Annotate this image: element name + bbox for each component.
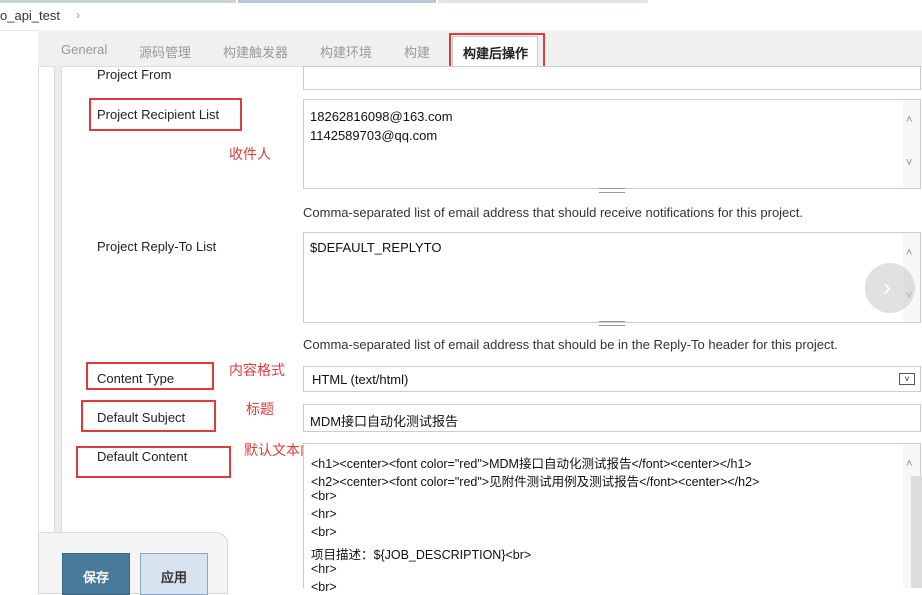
content-line: <h1><center><font color="red">MDM接口自动化测试…	[311, 457, 752, 471]
content-type-select[interactable]: HTML (text/html) ˅	[303, 366, 921, 392]
chevron-right-icon[interactable]: ›	[76, 8, 80, 22]
annotation-box-recipient	[89, 98, 242, 131]
content-line: <h2><center><font color="red">见附件测试用例及测试…	[311, 475, 760, 489]
replyto-list-label: Project Reply-To List	[97, 239, 217, 254]
recipient-help-text: Comma-separated list of email address th…	[303, 205, 804, 220]
recipient-line: 18262816098@163.com	[310, 109, 453, 124]
tab-build-triggers[interactable]: 构建触发器	[223, 42, 288, 61]
tab-build-environment[interactable]: 构建环境	[320, 42, 372, 61]
content-line: <br>	[311, 525, 337, 539]
tab-source-control[interactable]: 源码管理	[139, 42, 191, 61]
save-button[interactable]: 保存	[62, 553, 130, 595]
section-indent-bar	[54, 66, 62, 536]
panel-border	[38, 66, 39, 536]
replyto-value: $DEFAULT_REPLYTO	[310, 240, 442, 255]
content-line: <br>	[311, 580, 337, 594]
annotation-box-content-type	[86, 362, 214, 390]
scroll-down-icon[interactable]: ˅	[906, 157, 912, 169]
project-from-input[interactable]	[303, 66, 921, 90]
default-subject-value: MDM接口自动化测试报告	[310, 414, 459, 429]
annotation-box-content	[76, 446, 231, 478]
default-content-textarea[interactable]: <h1><center><font color="red">MDM接口自动化测试…	[303, 443, 921, 594]
replyto-help-text: Comma-separated list of email address th…	[303, 337, 838, 352]
recipient-list-textarea[interactable]: 18262816098@163.com 1142589703@qq.com ˄ …	[303, 99, 921, 193]
project-from-label: Project From	[97, 67, 172, 82]
content-line: <hr>	[311, 562, 337, 576]
tab-general[interactable]: General	[61, 42, 107, 57]
scroll-up-icon[interactable]: ˄	[906, 114, 912, 126]
resize-grip[interactable]	[599, 321, 625, 326]
annotation-recipient: 收件人	[229, 146, 271, 162]
annotation-content-type: 内容格式	[229, 362, 285, 378]
apply-button[interactable]: 应用	[140, 553, 208, 595]
page-scrollbar-thumb[interactable]	[911, 476, 922, 588]
annotation-box-subject	[81, 400, 216, 432]
apply-button-label: 应用	[160, 570, 187, 585]
content-type-value: HTML (text/html)	[312, 372, 409, 387]
tab-build[interactable]: 构建	[404, 42, 430, 61]
annotation-subject: 标题	[246, 401, 274, 417]
breadcrumb-job-name[interactable]: o_api_test	[0, 8, 60, 23]
default-subject-input[interactable]: MDM接口自动化测试报告	[303, 404, 921, 432]
chevron-right-icon: ›	[883, 274, 891, 301]
content-line: <br>	[311, 489, 337, 503]
resize-grip[interactable]	[599, 188, 625, 193]
scroll-up-icon[interactable]: ˄	[906, 247, 912, 259]
content-line: <hr>	[311, 507, 337, 521]
top-strip	[438, 0, 648, 3]
save-button-label: 保存	[82, 570, 109, 585]
next-page-button[interactable]: ›	[865, 263, 915, 313]
top-strip	[238, 0, 436, 3]
replyto-list-textarea[interactable]: $DEFAULT_REPLYTO ˄ ˅	[303, 232, 921, 326]
top-strip	[0, 0, 236, 3]
textarea-scrollbar[interactable]: ˄ ˅	[903, 100, 920, 188]
dropdown-arrow-icon[interactable]: ˅	[899, 373, 915, 385]
scroll-up-icon[interactable]: ˄	[906, 458, 912, 470]
top-breadcrumb-bar	[0, 0, 922, 31]
content-line: 项目描述：${JOB_DESCRIPTION}<br>	[311, 548, 532, 562]
recipient-line: 1142589703@qq.com	[310, 128, 438, 143]
